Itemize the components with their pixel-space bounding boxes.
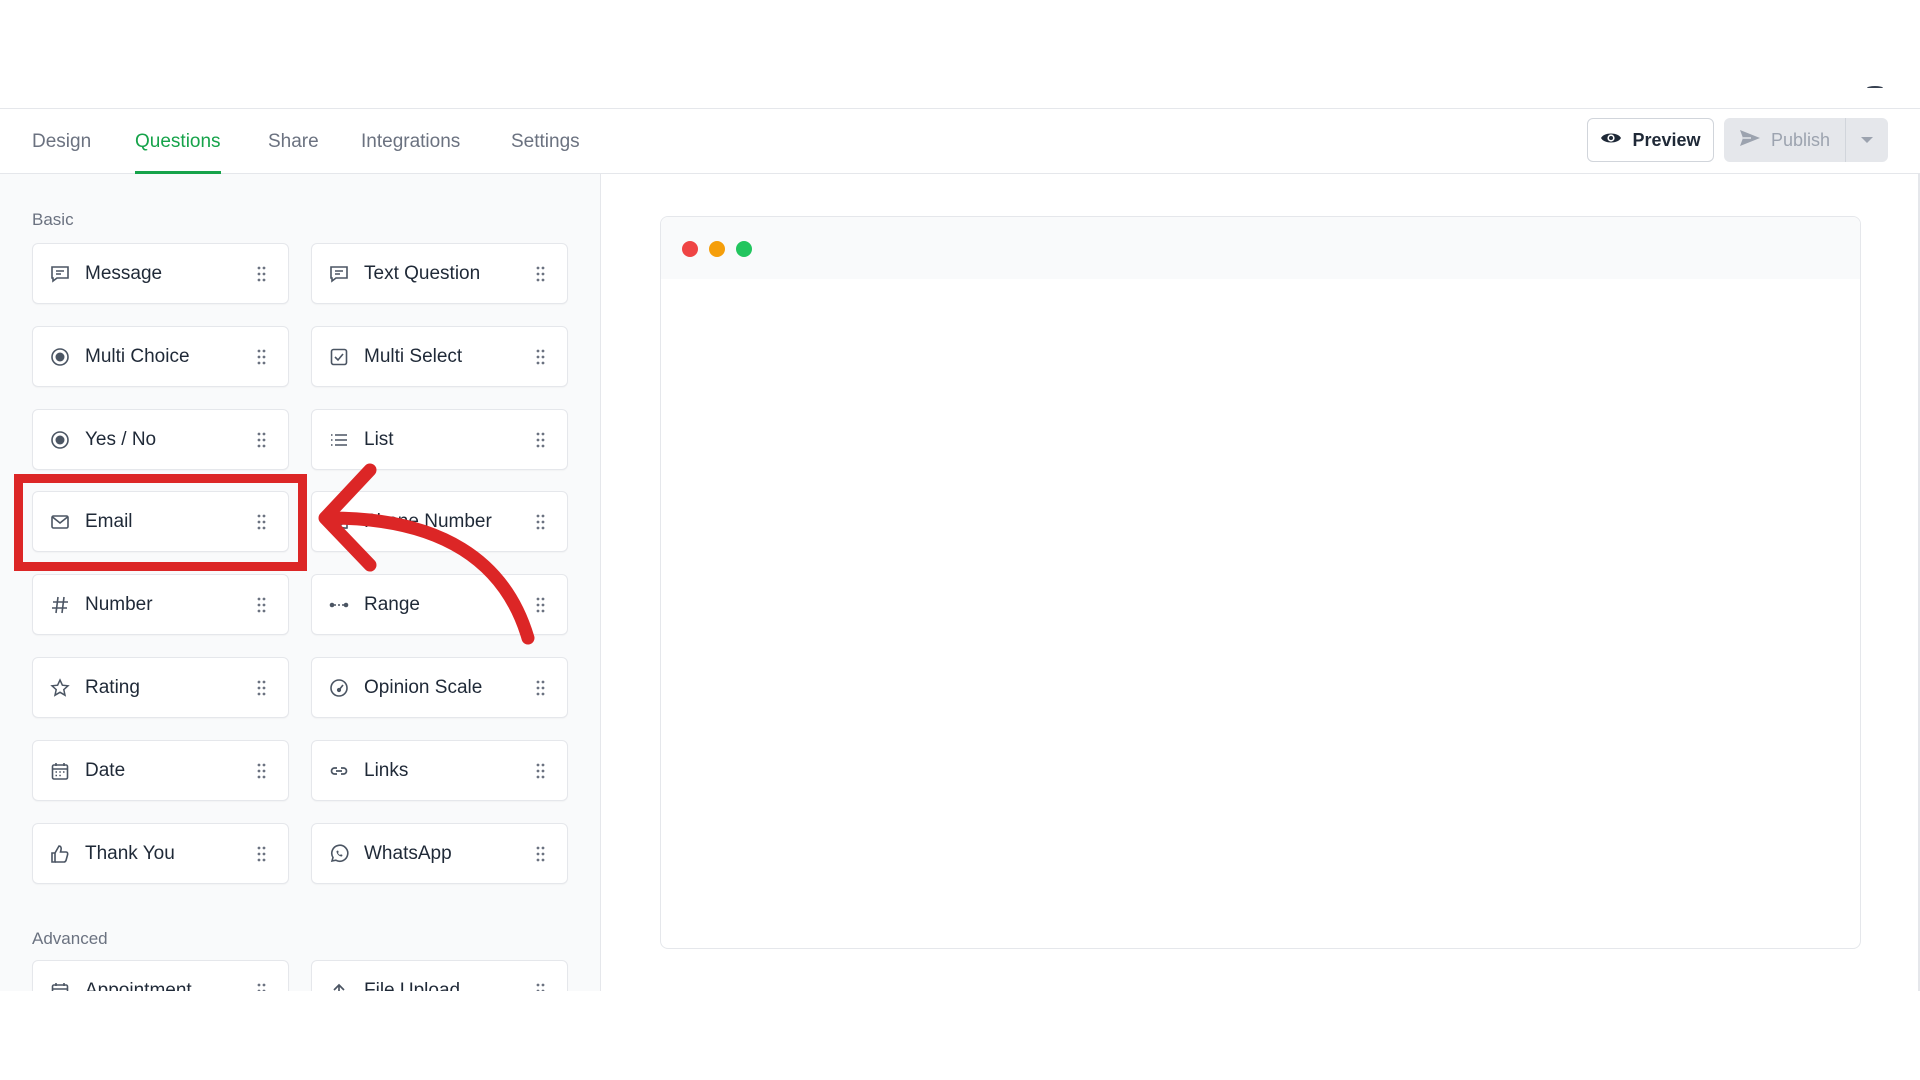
- star-icon: [49, 677, 71, 699]
- message-icon: [49, 263, 71, 285]
- drag-handle-icon[interactable]: [257, 432, 266, 448]
- publish-label: Publish: [1770, 129, 1831, 150]
- browser-window-header: [661, 217, 1860, 279]
- question-type-label: Range: [364, 593, 420, 615]
- section-label-basic: Basic: [32, 210, 74, 229]
- upload-icon: [328, 980, 350, 991]
- question-type-links[interactable]: Links: [311, 740, 568, 801]
- question-type-yes-no[interactable]: Yes / No: [32, 409, 289, 470]
- checkbox-icon: [328, 346, 350, 368]
- top-header: [0, 0, 1920, 109]
- drag-handle-icon[interactable]: [536, 763, 545, 779]
- question-type-email[interactable]: Email: [32, 491, 289, 552]
- tab-share[interactable]: Share: [268, 110, 319, 173]
- publish-group: Publish: [1724, 118, 1888, 162]
- link-icon: [328, 760, 350, 782]
- question-type-list[interactable]: List: [311, 409, 568, 470]
- question-type-number[interactable]: Number: [32, 574, 289, 635]
- question-type-phone-number[interactable]: Phone Number: [311, 491, 568, 552]
- publish-button[interactable]: Publish: [1724, 118, 1845, 162]
- thumbs-up-icon: [49, 843, 71, 865]
- eye-icon: [1600, 130, 1622, 151]
- question-type-whatsapp[interactable]: WhatsApp: [311, 823, 568, 884]
- drag-handle-icon[interactable]: [257, 349, 266, 365]
- drag-handle-icon[interactable]: [257, 846, 266, 862]
- question-type-label: WhatsApp: [364, 842, 452, 864]
- question-type-label: Links: [364, 759, 409, 781]
- question-type-range[interactable]: Range: [311, 574, 568, 635]
- window-minimize-dot: [709, 241, 725, 257]
- phone-icon: [328, 511, 350, 533]
- question-type-label: Appointment: [85, 979, 192, 992]
- question-types-sidebar: Basic Message Text Question Multi Choice…: [0, 174, 601, 991]
- question-type-appointment[interactable]: Appointment: [32, 960, 289, 991]
- question-type-text-question[interactable]: Text Question: [311, 243, 568, 304]
- drag-handle-icon[interactable]: [257, 266, 266, 282]
- question-type-multi-choice[interactable]: Multi Choice: [32, 326, 289, 387]
- send-icon: [1739, 129, 1761, 152]
- question-type-label: Yes / No: [85, 428, 157, 450]
- question-type-label: File Upload: [364, 979, 461, 992]
- drag-handle-icon[interactable]: [536, 983, 545, 991]
- question-type-message[interactable]: Message: [32, 243, 289, 304]
- whatsapp-icon: [328, 843, 350, 865]
- preview-button[interactable]: Preview: [1587, 118, 1714, 162]
- publish-dropdown-button[interactable]: [1846, 118, 1888, 162]
- hash-icon: [49, 594, 71, 616]
- calendar-icon: [49, 760, 71, 782]
- drag-handle-icon[interactable]: [536, 680, 545, 696]
- radio-icon: [49, 346, 71, 368]
- question-type-label: Multi Select: [364, 345, 463, 367]
- drag-handle-icon[interactable]: [257, 680, 266, 696]
- question-type-multi-select[interactable]: Multi Select: [311, 326, 568, 387]
- question-type-file-upload[interactable]: File Upload: [311, 960, 568, 991]
- question-type-rating[interactable]: Rating: [32, 657, 289, 718]
- tab-design[interactable]: Design: [32, 110, 91, 173]
- drag-handle-icon[interactable]: [536, 349, 545, 365]
- question-type-thank-you[interactable]: Thank You: [32, 823, 289, 884]
- window-maximize-dot: [736, 241, 752, 257]
- section-label-advanced: Advanced: [32, 929, 108, 948]
- question-type-label: Number: [85, 593, 153, 615]
- drag-handle-icon[interactable]: [536, 597, 545, 613]
- question-type-label: Message: [85, 262, 163, 284]
- form-preview-canvas[interactable]: [660, 216, 1861, 949]
- radio-icon: [49, 429, 71, 451]
- drag-handle-icon[interactable]: [257, 983, 266, 991]
- drag-handle-icon[interactable]: [257, 763, 266, 779]
- preview-label: Preview: [1632, 129, 1701, 150]
- question-type-label: Opinion Scale: [364, 676, 483, 698]
- question-type-label: Email: [85, 510, 133, 532]
- calendar-icon: [49, 980, 71, 991]
- tab-settings[interactable]: Settings: [511, 110, 580, 173]
- question-type-label: List: [364, 428, 394, 450]
- tab-integrations[interactable]: Integrations: [361, 110, 460, 173]
- question-type-label: Multi Choice: [85, 345, 190, 367]
- text-question-icon: [328, 263, 350, 285]
- question-type-opinion-scale[interactable]: Opinion Scale: [311, 657, 568, 718]
- chevron-down-icon: [1860, 131, 1874, 149]
- avatar-edge[interactable]: [1867, 86, 1883, 90]
- range-icon: [328, 594, 350, 616]
- question-type-label: Phone Number: [364, 510, 492, 532]
- drag-handle-icon[interactable]: [536, 514, 545, 530]
- drag-handle-icon[interactable]: [536, 266, 545, 282]
- tab-questions[interactable]: Questions: [135, 110, 221, 174]
- drag-handle-icon[interactable]: [257, 514, 266, 530]
- gauge-icon: [328, 677, 350, 699]
- question-type-label: Thank You: [85, 842, 175, 864]
- drag-handle-icon[interactable]: [257, 597, 266, 613]
- question-type-label: Rating: [85, 676, 140, 698]
- window-close-dot: [682, 241, 698, 257]
- envelope-icon: [49, 511, 71, 533]
- drag-handle-icon[interactable]: [536, 432, 545, 448]
- question-type-date[interactable]: Date: [32, 740, 289, 801]
- bottom-margin: [0, 991, 1920, 1080]
- question-type-label: Text Question: [364, 262, 481, 284]
- drag-handle-icon[interactable]: [536, 846, 545, 862]
- question-type-label: Date: [85, 759, 126, 781]
- list-icon: [328, 429, 350, 451]
